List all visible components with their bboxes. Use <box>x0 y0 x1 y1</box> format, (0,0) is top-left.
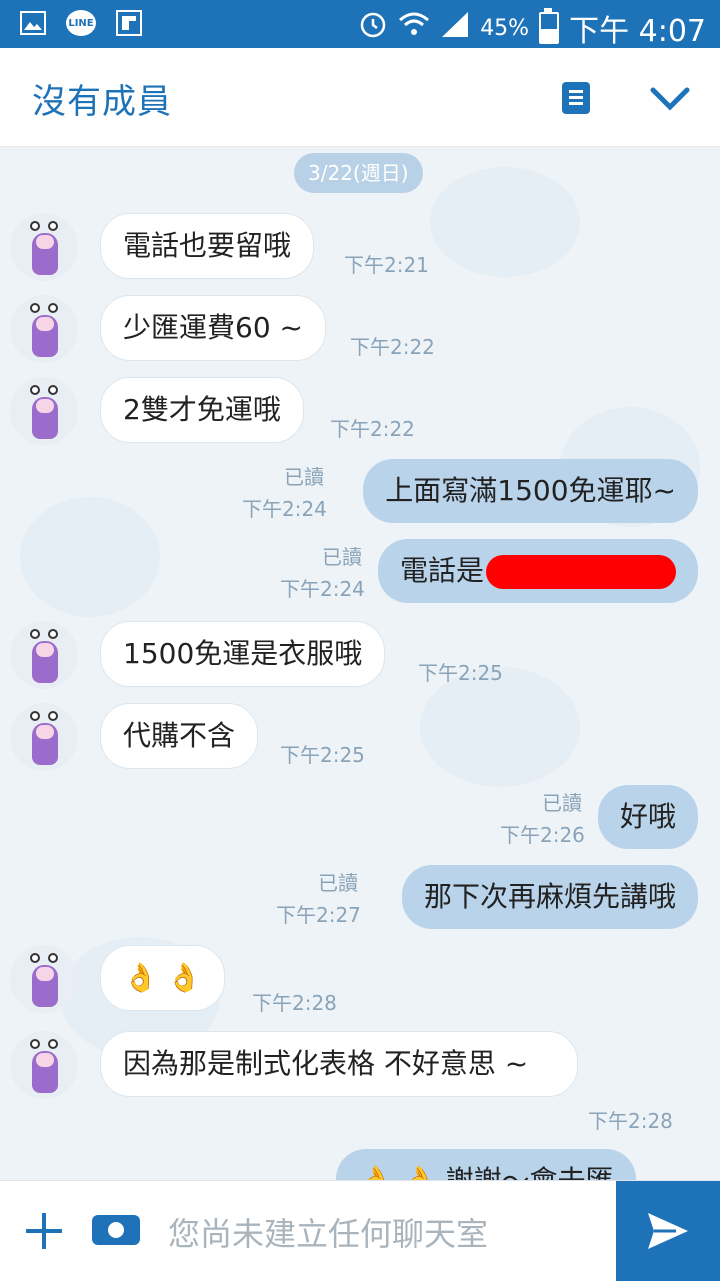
send-icon <box>648 1213 688 1249</box>
date-separator: 3/22(週日) <box>294 153 423 193</box>
avatar[interactable] <box>10 703 78 771</box>
message-time: 下午2:22 <box>350 335 435 359</box>
status-bar: LINE 45% 下午 4:07 <box>0 0 720 49</box>
incoming-message-bubble[interactable]: 電話也要留哦 <box>100 213 315 279</box>
incoming-message-bubble[interactable]: 2雙才免運哦 <box>100 377 304 443</box>
incoming-message-bubble[interactable]: 少匯運費60 ~ <box>100 295 326 361</box>
avatar[interactable] <box>10 377 78 445</box>
outgoing-message-bubble[interactable]: 👌 👌 謝謝～會去匯 <box>336 1149 636 1180</box>
chat-title: 沒有成員 <box>32 82 172 122</box>
message-time: 下午2:22 <box>330 417 415 441</box>
outgoing-message-bubble[interactable]: 那下次再麻煩先講哦 <box>401 865 698 929</box>
avatar[interactable] <box>10 213 78 281</box>
wifi-icon <box>398 10 430 46</box>
chat-area[interactable]: 3/22(週日) 電話也要留哦 下午2:21 少匯運費60 ~ 下午2:22 2… <box>0 147 720 1180</box>
redaction-mark <box>486 555 676 589</box>
outgoing-message-bubble[interactable]: 電話是 <box>377 539 698 603</box>
background-pattern <box>430 167 580 277</box>
signal-icon <box>440 10 470 46</box>
chevron-down-icon[interactable] <box>650 84 690 114</box>
read-receipt: 已讀 <box>542 791 582 815</box>
incoming-message-bubble[interactable]: 因為那是制式化表格 不好意思 ~ <box>100 1031 578 1097</box>
chat-header: 沒有成員 <box>0 48 720 147</box>
background-pattern <box>20 497 160 617</box>
battery-icon <box>539 8 560 44</box>
gallery-icon <box>18 8 48 38</box>
message-time: 下午2:27 <box>276 903 361 927</box>
outgoing-message-bubble[interactable]: 好哦 <box>597 785 698 849</box>
read-receipt: 已讀 <box>322 545 362 569</box>
message-time: 下午2:28 <box>588 1109 673 1133</box>
avatar[interactable] <box>10 945 78 1013</box>
message-time: 下午2:26 <box>500 823 585 847</box>
send-button[interactable] <box>616 1181 720 1281</box>
clock: 下午 4:07 <box>569 14 706 49</box>
outgoing-message-bubble[interactable]: 上面寫滿1500免運耶~ <box>363 459 698 523</box>
avatar[interactable] <box>10 1031 78 1099</box>
message-time: 下午2:24 <box>280 577 365 601</box>
notes-icon[interactable] <box>562 82 590 114</box>
incoming-message-bubble[interactable]: 1500免運是衣服哦 <box>100 621 386 687</box>
message-input-bar: 您尚未建立任何聊天室 <box>0 1180 720 1281</box>
incoming-message-bubble[interactable]: 代購不含 <box>100 703 259 769</box>
alarm-icon <box>358 9 388 47</box>
message-input[interactable]: 您尚未建立任何聊天室 <box>168 1209 488 1255</box>
message-time: 下午2:25 <box>418 661 503 685</box>
message-time: 下午2:25 <box>280 743 365 767</box>
avatar[interactable] <box>10 621 78 689</box>
message-time: 下午2:24 <box>242 497 327 521</box>
message-time: 下午2:28 <box>252 991 337 1015</box>
message-time: 下午2:21 <box>344 253 429 277</box>
add-icon[interactable] <box>26 1213 62 1249</box>
battery-percent: 45% <box>480 15 530 41</box>
sticker-icon[interactable] <box>92 1215 140 1245</box>
flipboard-icon <box>114 8 144 38</box>
line-app-icon: LINE <box>66 8 96 38</box>
message-text: 電話是 <box>399 554 484 587</box>
read-receipt: 已讀 <box>284 465 324 489</box>
incoming-message-bubble[interactable]: 👌 👌 <box>100 945 225 1011</box>
avatar[interactable] <box>10 295 78 363</box>
read-receipt: 已讀 <box>318 871 358 895</box>
